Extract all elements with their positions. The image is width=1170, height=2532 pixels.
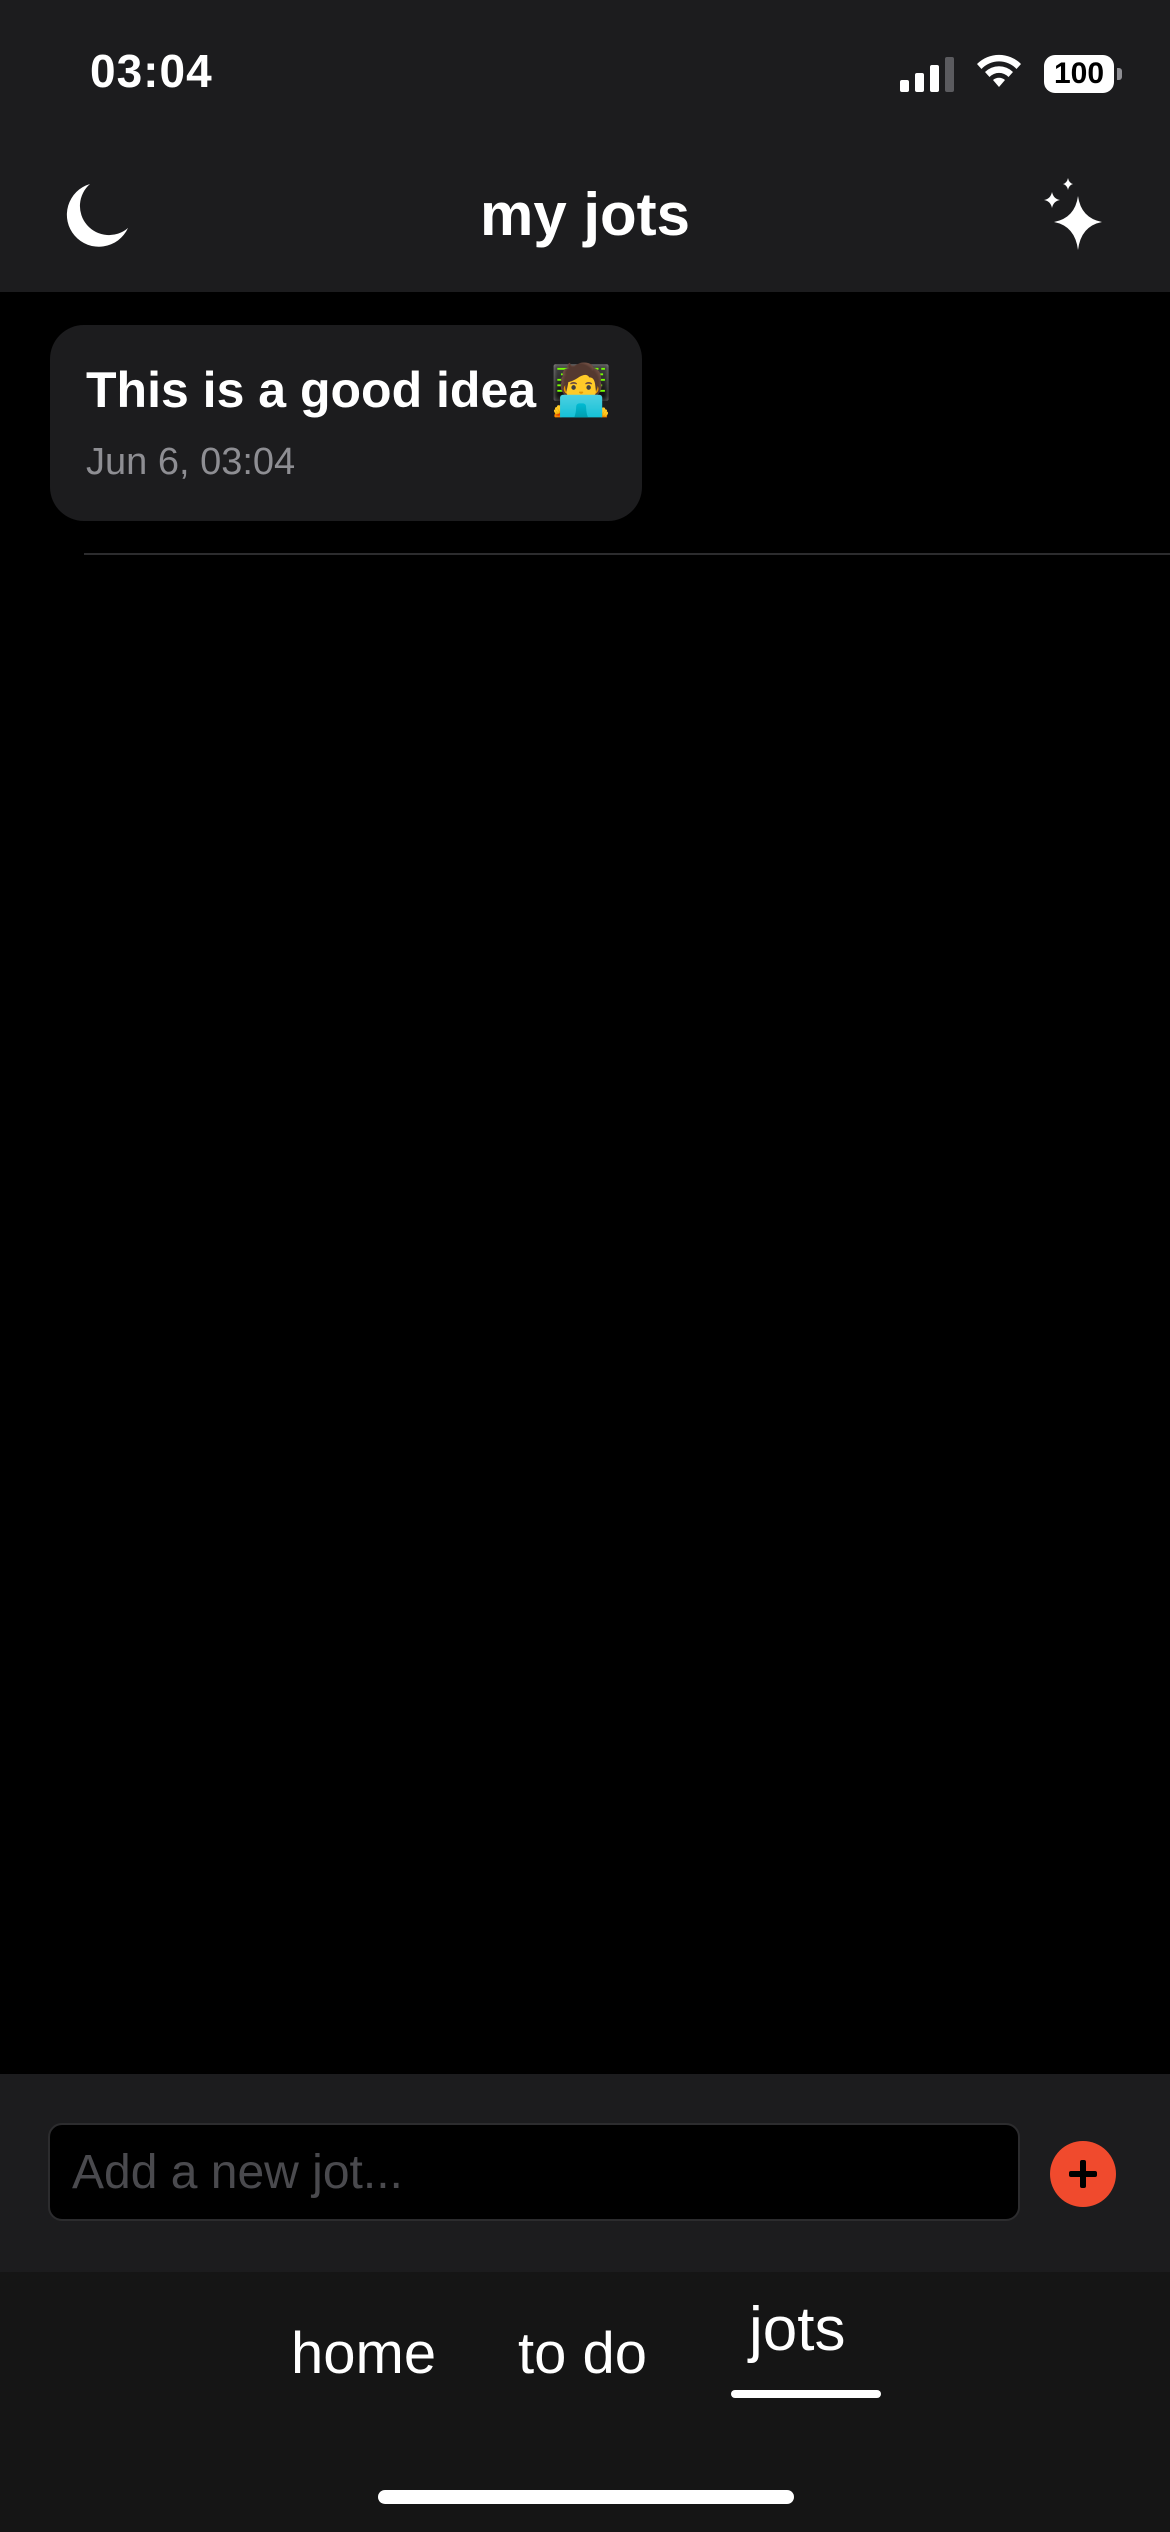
jot-date: Jun 6, 03:04 <box>86 441 296 483</box>
sparkles-button[interactable] <box>1034 176 1114 256</box>
signal-icon <box>900 56 954 92</box>
sparkles-icon <box>1044 178 1102 250</box>
plus-icon <box>1069 2160 1097 2188</box>
active-tab-indicator <box>731 2390 881 2398</box>
tab-jots[interactable]: jots <box>749 2294 845 2365</box>
page-title: my jots <box>479 181 691 248</box>
new-jot-input[interactable] <box>48 2123 1020 2221</box>
top-bar: 03:04 100 my jots <box>0 0 1170 292</box>
add-jot-button[interactable] <box>1050 2141 1116 2207</box>
jot-text: This is a good idea 🧑‍💻 <box>86 362 613 418</box>
jot-item[interactable]: This is a good idea 🧑‍💻 Jun 6, 03:04 <box>50 325 642 521</box>
tab-todo[interactable]: to do <box>518 2320 647 2387</box>
battery-level: 100 <box>1053 57 1105 90</box>
battery-icon: 100 <box>1044 55 1122 93</box>
divider <box>84 553 1170 555</box>
home-indicator[interactable] <box>378 2490 794 2504</box>
status-icons: 100 <box>900 52 1122 96</box>
screen: 03:04 100 my jots <box>0 0 1170 2532</box>
composer <box>0 2074 1170 2272</box>
tab-home[interactable]: home <box>291 2320 436 2387</box>
status-time: 03:04 <box>90 45 213 97</box>
wifi-icon <box>974 53 1024 96</box>
